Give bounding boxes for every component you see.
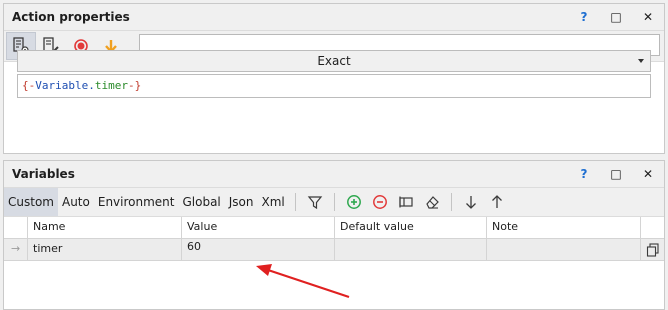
- tab-global[interactable]: Global: [178, 188, 224, 216]
- chevron-down-icon: [638, 59, 644, 63]
- toolbar-separator: [294, 193, 296, 211]
- expression-close-brace: -}: [127, 79, 142, 92]
- remove-variable-button[interactable]: [367, 188, 393, 216]
- column-header-name[interactable]: Name: [28, 217, 182, 238]
- filter-icon: [307, 196, 323, 210]
- maximize-button[interactable]: □: [600, 167, 632, 181]
- toolbar-separator: [450, 193, 452, 211]
- cell-value[interactable]: 60: [182, 239, 335, 260]
- move-down-button[interactable]: [458, 188, 484, 216]
- cell-default[interactable]: [335, 239, 487, 260]
- table-row[interactable]: → timer 60: [4, 239, 664, 261]
- tab-json[interactable]: Json: [225, 188, 258, 216]
- cell-name[interactable]: timer: [28, 239, 182, 260]
- help-button[interactable]: ?: [568, 167, 600, 181]
- expression-variable-name: timer: [94, 79, 128, 92]
- plus-circle-icon: [346, 195, 361, 209]
- tab-environment[interactable]: Environment: [94, 188, 179, 216]
- table-header: Name Value Default value Note: [4, 217, 664, 239]
- variables-tabbar: Custom Auto Environment Global Json Xml: [4, 188, 664, 217]
- move-up-button[interactable]: [484, 188, 510, 216]
- maximize-button[interactable]: □: [600, 10, 632, 24]
- arrow-up-icon: [491, 195, 502, 208]
- help-button[interactable]: ?: [568, 10, 600, 24]
- toolbar-separator: [333, 193, 335, 211]
- close-button[interactable]: ✕: [632, 10, 664, 24]
- close-button[interactable]: ✕: [632, 167, 664, 181]
- copy-row-button[interactable]: [641, 239, 664, 260]
- columns-button[interactable]: [393, 188, 419, 216]
- row-indicator-header: [4, 217, 28, 238]
- tab-auto[interactable]: Auto: [58, 188, 94, 216]
- action-properties-panel: Action properties ? □ ✕ Exact {-Variable…: [3, 3, 665, 154]
- variables-titlebar: Variables ? □ ✕: [4, 161, 664, 188]
- tab-custom[interactable]: Custom: [4, 188, 58, 216]
- expression-prefix: Variable.: [35, 79, 95, 92]
- row-arrow-icon: →: [4, 239, 28, 260]
- match-mode-select[interactable]: Exact: [17, 50, 651, 72]
- tab-xml[interactable]: Xml: [258, 188, 289, 216]
- column-header-note[interactable]: Note: [487, 217, 641, 238]
- variables-table: Name Value Default value Note → timer 60: [4, 217, 664, 261]
- column-header-default[interactable]: Default value: [335, 217, 487, 238]
- arrow-down-icon: [465, 196, 476, 209]
- panel-title: Action properties: [12, 10, 130, 24]
- add-variable-button[interactable]: [341, 188, 367, 216]
- panel-title: Variables: [12, 167, 75, 181]
- match-mode-value: Exact: [317, 54, 351, 68]
- header-filler: [641, 217, 664, 238]
- eraser-icon: [426, 196, 439, 209]
- variables-panel: Variables ? □ ✕ Custom Auto Environment …: [3, 160, 665, 310]
- expression-input[interactable]: {-Variable.timer-}: [17, 74, 651, 98]
- columns-icon: [399, 196, 413, 208]
- copy-icon: [646, 242, 659, 257]
- expression-open-brace: {-: [22, 79, 36, 92]
- cell-note[interactable]: [487, 239, 641, 260]
- clear-button[interactable]: [419, 188, 445, 216]
- filter-button[interactable]: [302, 188, 328, 216]
- minus-circle-icon: [372, 195, 387, 209]
- action-properties-titlebar: Action properties ? □ ✕: [4, 4, 664, 31]
- column-header-value[interactable]: Value: [182, 217, 335, 238]
